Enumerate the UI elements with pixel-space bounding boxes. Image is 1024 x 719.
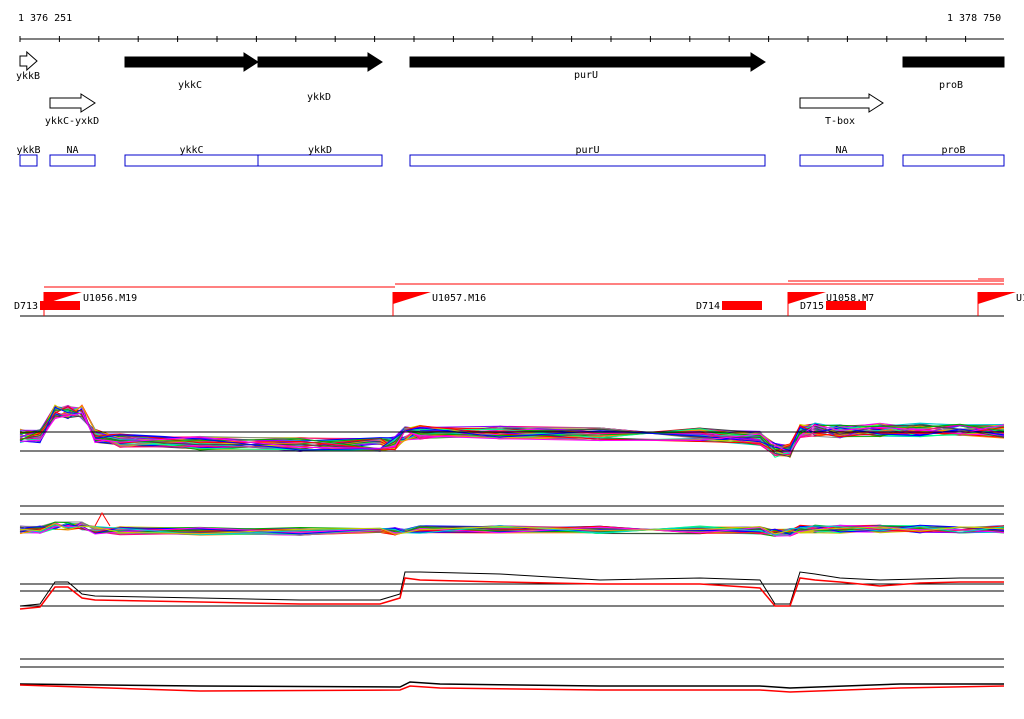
upshift-flag bbox=[978, 292, 1016, 304]
gene-label-T-box: T-box bbox=[825, 116, 855, 127]
gene-label-ykkC: ykkC bbox=[178, 80, 202, 91]
upshift-label: U1057.M16 bbox=[432, 293, 486, 304]
summary-profile-red bbox=[19, 577, 1004, 610]
gene-label-ykkC-yxkD: ykkC-yxkD bbox=[45, 116, 99, 127]
annotation-box-track: ykkB NA ykkC ykkD purU NA proB bbox=[16, 145, 1005, 167]
annotation-box-label: ykkD bbox=[308, 145, 332, 156]
downshift-bar bbox=[826, 301, 866, 310]
segmentation-track: U1056.M19U1057.M16U1058.M7U1D713D714D715 bbox=[14, 278, 1024, 317]
annotation-box-label: ykkC bbox=[179, 145, 203, 156]
annotation-box bbox=[124, 154, 259, 167]
gene-label-ykkD: ykkD bbox=[307, 92, 331, 103]
summary-profile-black bbox=[19, 681, 1004, 689]
upshift-label: U1056.M19 bbox=[83, 293, 137, 304]
genome-tracks-svg: ykkB ykkC ykkD purU proB ykkC-yxkD T-box ykkB N… bbox=[14, 36, 1024, 693]
annotation-box bbox=[799, 154, 884, 167]
annotation-box-label: proB bbox=[941, 145, 965, 156]
annotation-box bbox=[19, 154, 38, 167]
expression-profiles-track bbox=[19, 404, 1005, 693]
annotation-box bbox=[409, 154, 766, 167]
annotation-box-label: ykkB bbox=[16, 145, 40, 156]
annotation-box-label: NA bbox=[835, 145, 847, 156]
gene-label-proB: proB bbox=[939, 80, 963, 91]
upshift-flag bbox=[393, 292, 431, 304]
downshift-label: D713 bbox=[14, 301, 38, 312]
gene-arrow-ykkB bbox=[19, 50, 38, 72]
downshift-label: D714 bbox=[696, 301, 720, 312]
annotation-box-label: purU bbox=[575, 145, 599, 156]
gene-label-ykkB: ykkB bbox=[16, 71, 40, 82]
ruler-start-label: 1 376 251 bbox=[18, 13, 73, 24]
annotation-box bbox=[902, 154, 1005, 167]
position-ruler bbox=[19, 36, 1004, 42]
upshift-label: U1 bbox=[1016, 293, 1024, 304]
expression-spike bbox=[94, 511, 111, 527]
annotation-box bbox=[257, 154, 383, 167]
gene-arrow-proB bbox=[902, 56, 1005, 68]
annotation-box bbox=[49, 154, 96, 167]
ruler-end-label: 1 378 750 bbox=[947, 13, 1002, 24]
gene-arrow-ykkC bbox=[124, 52, 259, 72]
downshift-label: D715 bbox=[800, 301, 824, 312]
gene-arrow-purU bbox=[409, 52, 766, 72]
gene-label-purU: purU bbox=[574, 70, 598, 81]
genome-browser-panel: 1 376 251 1 378 750 ykkB ykkC ykkD purU proB… bbox=[0, 0, 1024, 714]
gene-track: ykkB ykkC ykkD purU proB ykkC-yxkD T-box bbox=[16, 50, 1005, 127]
downshift-bar bbox=[40, 301, 80, 310]
gene-arrow-ykkC-yxkD bbox=[49, 93, 96, 113]
gene-arrow-T-box bbox=[799, 93, 884, 113]
downshift-bar bbox=[722, 301, 762, 310]
annotation-box-label: NA bbox=[66, 145, 78, 156]
gene-arrow-ykkD bbox=[257, 52, 383, 72]
